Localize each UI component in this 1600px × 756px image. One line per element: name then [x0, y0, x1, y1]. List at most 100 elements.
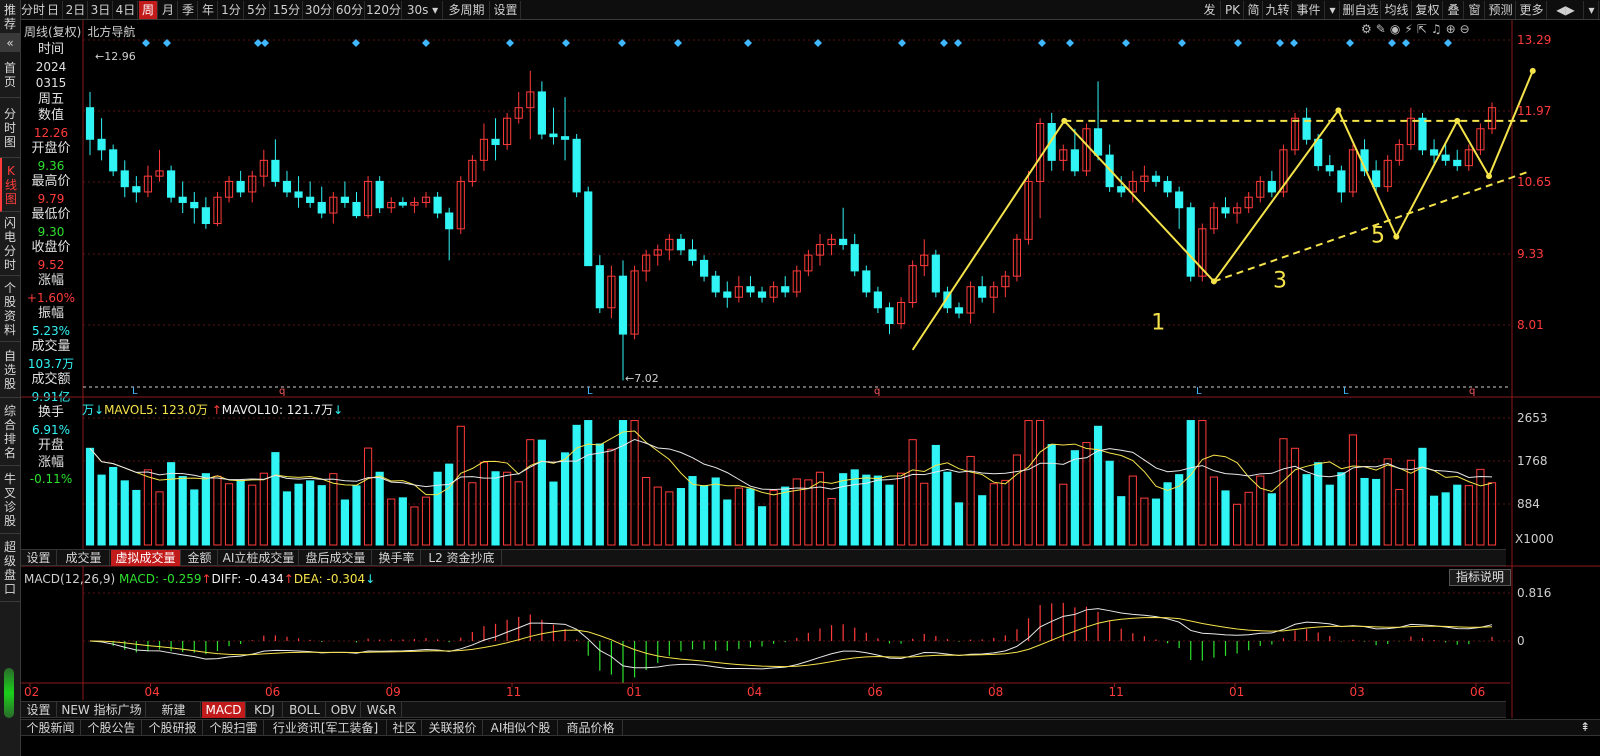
toolbar-right-9[interactable]: 叠 [1444, 1, 1464, 19]
toolbar-right-10[interactable]: 窗 [1465, 1, 1485, 19]
toolbar-right-12[interactable]: 更多 [1517, 1, 1547, 19]
data-value-4: 9.79 [37, 191, 65, 206]
toolbar-right-0[interactable]: 发 [1199, 1, 1221, 19]
data-label-2: 数值 [37, 108, 64, 123]
ind-tab-6[interactable]: OBV [327, 702, 361, 718]
sidebar-item-timeshare[interactable]: 分时图 [0, 98, 20, 158]
vol-tab-0[interactable]: 设置 [21, 550, 57, 566]
candle-body-59 [769, 286, 778, 298]
period-button-6[interactable]: 月 [159, 1, 178, 19]
bottom-tab-6[interactable]: 关联报价 [423, 720, 483, 736]
signal-diamond-1 [163, 39, 171, 47]
kline-chart[interactable]: ←12.96 ←7.02 L q Lq L Lq 1 3 5 02 04 06 09 11 01 04 06 08 1… [0, 0, 1600, 756]
vol-tab-4[interactable]: AI立桩成交量 [219, 550, 299, 566]
toolbar-right-11[interactable]: 预测 [1486, 1, 1516, 19]
flash-icon[interactable]: ⚡ [1404, 22, 1416, 36]
toolbar-right-5[interactable]: ▾ [1326, 1, 1340, 19]
zoom-out-icon[interactable]: ⊖ [1460, 22, 1474, 36]
settings-gear-icon[interactable]: ⚙ [1361, 22, 1376, 36]
sidebar-item-home[interactable]: 首页 [0, 52, 20, 98]
volume-bar-65 [839, 473, 848, 546]
bottom-tab-1[interactable]: 个股公告 [82, 720, 142, 736]
volume-bar-114 [1406, 459, 1415, 546]
period-button-8[interactable]: 年 [199, 1, 218, 19]
period-button-12[interactable]: 30分 [304, 1, 334, 19]
period-button-0[interactable]: 分时 [21, 1, 45, 19]
sound-icon[interactable]: ♫ [1431, 22, 1446, 36]
toolbar-right-13[interactable]: ◀▶ [1548, 1, 1584, 19]
volume-bar-78 [989, 483, 998, 546]
expand-icon[interactable]: ⇞ [1580, 720, 1590, 734]
vol-tab-7[interactable]: L2 资金抄底 [422, 550, 502, 566]
bottom-tab-5[interactable]: 社区 [388, 720, 422, 736]
candle-body-58 [757, 291, 767, 298]
period-button-10[interactable]: 5分 [245, 1, 270, 19]
toolbar-right-1[interactable]: PK [1222, 1, 1244, 19]
period-button-17[interactable]: 设置 [491, 1, 521, 19]
ind-tab-3[interactable]: MACD [202, 702, 246, 718]
signal-diamond-25 [1444, 39, 1452, 47]
toolbar-right-8[interactable]: 复权 [1413, 1, 1443, 19]
toolbar-right-7[interactable]: 均线 [1382, 1, 1412, 19]
dea-value: DEA: -0.304 [293, 572, 366, 586]
candle-body-100 [1244, 196, 1253, 209]
candle-body-106 [1314, 138, 1323, 167]
sidebar-item-superpanel[interactable]: 超级盘口 [0, 534, 20, 602]
ind-tab-4[interactable]: KDJ [247, 702, 283, 718]
bottom-tab-2[interactable]: 个股研报 [143, 720, 203, 736]
period-button-13[interactable]: 60分 [335, 1, 365, 19]
toolbar-right-2[interactable]: 简 [1245, 1, 1263, 19]
sidebar-collapse[interactable]: « [0, 34, 20, 52]
period-button-9[interactable]: 1分 [219, 1, 244, 19]
period-button-2[interactable]: 2日 [64, 1, 88, 19]
ind-tab-0[interactable]: 设置 [21, 702, 57, 718]
sidebar-item-profile[interactable]: 个股资料 [0, 276, 20, 342]
vol-tab-1[interactable]: 成交量 [58, 550, 110, 566]
period-button-4[interactable]: 4日 [114, 1, 138, 19]
candle-body-25 [375, 180, 384, 209]
period-button-15[interactable]: 30s ▾ [403, 1, 443, 19]
indicator-help-button[interactable]: 指标说明 [1449, 569, 1511, 586]
pen-icon[interactable]: ✎ [1376, 22, 1390, 36]
vol-tab-5[interactable]: 盘后成交量 [300, 550, 372, 566]
vol-tab-2[interactable]: 虚拟成交量 [111, 550, 181, 566]
ind-tab-5[interactable]: BOLL [284, 702, 326, 718]
sidebar-item-flash[interactable]: 闪电分时 [0, 212, 20, 276]
candle-body-92 [1151, 175, 1161, 182]
period-button-3[interactable]: 3日 [89, 1, 113, 19]
ind-tab-1[interactable]: NEW 指标广场 [58, 702, 146, 718]
candle-body-55 [723, 291, 732, 298]
toolbar-right-4[interactable]: 事件 [1293, 1, 1325, 19]
bottom-tab-4[interactable]: 行业资讯[军工装备] [265, 720, 387, 736]
eye-icon[interactable]: ◉ [1390, 22, 1404, 36]
period-button-16[interactable]: 多周期 [444, 1, 490, 19]
sidebar-item-recommend[interactable]: 推荐 [0, 0, 20, 34]
period-button-1[interactable]: 日 [44, 1, 63, 19]
bottom-tab-7[interactable]: AI相似个股 [484, 720, 558, 736]
bottom-tab-3[interactable]: 个股扫雷 [204, 720, 264, 736]
sidebar-item-watchlist[interactable]: 自选股 [0, 342, 20, 398]
ind-tab-2[interactable]: 新建 [147, 702, 201, 718]
vol-tab-3[interactable]: 金额 [182, 550, 218, 566]
volume-bar-30 [433, 471, 442, 546]
data-label-8: 振幅 [37, 306, 64, 321]
sidebar-scroll-indicator[interactable] [4, 668, 14, 718]
toolbar-right-6[interactable]: 删自选 [1341, 1, 1381, 19]
period-button-7[interactable]: 季 [179, 1, 198, 19]
period-button-5[interactable]: 周 [139, 1, 158, 19]
zoom-in-icon[interactable]: ⊕ [1446, 22, 1460, 36]
bottom-tab-0[interactable]: 个股新闻 [21, 720, 81, 736]
period-button-14[interactable]: 120分 [366, 1, 402, 19]
sidebar-item-diagnosis[interactable]: 牛叉诊股 [0, 466, 20, 534]
toolbar-right-3[interactable]: 九转 [1264, 1, 1292, 19]
sidebar-item-kline[interactable]: K线图 [0, 158, 20, 212]
vol-tab-6[interactable]: 换手率 [373, 550, 421, 566]
toolbar-right-14[interactable]: ▾ [1585, 1, 1599, 19]
period-button-11[interactable]: 15分 [271, 1, 303, 19]
sidebar-item-ranking[interactable]: 综合排名 [0, 398, 20, 466]
ind-tab-7[interactable]: W&R [362, 702, 402, 718]
bottom-tab-8[interactable]: 商品价格 [559, 720, 623, 736]
data-label-7: 涨幅 [37, 273, 64, 288]
signal-diamond-24 [1402, 39, 1410, 47]
arrow-icon[interactable]: ⇱ [1417, 22, 1431, 36]
